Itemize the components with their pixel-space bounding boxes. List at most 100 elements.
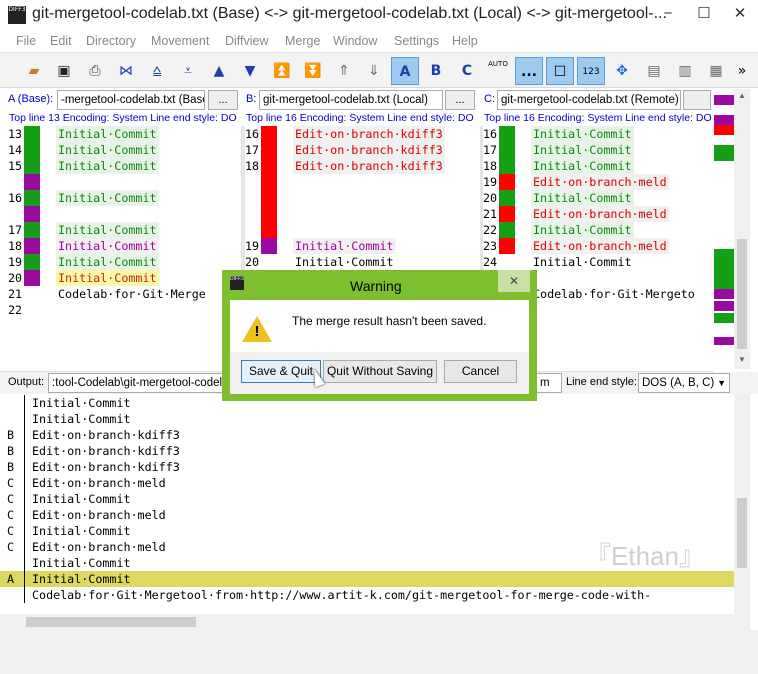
file-c-browse-button[interactable] (683, 90, 711, 110)
menu-movement[interactable]: Movement (151, 34, 209, 48)
toolbar-overflow-button[interactable]: » (728, 57, 756, 85)
goto-last-delta-icon[interactable]: ⩡ (174, 57, 202, 85)
diff-line[interactable] (8, 206, 241, 222)
menu-directory[interactable]: Directory (86, 34, 136, 48)
scroll-down-icon[interactable]: ▼ (738, 355, 746, 364)
diff-line[interactable] (245, 174, 480, 190)
cancel-button[interactable]: Cancel (444, 360, 517, 383)
file-c-path-field[interactable]: git-mergetool-codelab.txt (Remote) (497, 90, 681, 110)
merge-output-pane[interactable]: Initial·Commit Initial·Commit B Edit·on·bra… (0, 394, 734, 614)
menu-help[interactable]: Help (452, 34, 478, 48)
scroll-thumb[interactable] (26, 617, 196, 627)
print-icon[interactable]: ⎙ (81, 57, 109, 85)
diff-line[interactable] (245, 190, 480, 206)
output-line[interactable]: B Edit·on·branch·kdiff3 (0, 443, 734, 459)
diff-line[interactable]: 20 Initial·Commit (8, 270, 241, 286)
output-line[interactable]: C Initial·Commit (0, 491, 734, 507)
close-window-button[interactable]: ✕ (722, 0, 758, 28)
diff-vertical-scrollbar[interactable]: ▲ ▼ (734, 89, 750, 369)
output-line[interactable]: B Edit·on·branch·kdiff3 (0, 459, 734, 475)
select-c-button[interactable]: C (453, 57, 481, 85)
output-line[interactable]: C Edit·on·branch·meld (0, 475, 734, 491)
menu-file[interactable]: File (16, 34, 36, 48)
goto-next-delta-icon[interactable]: ▼ (236, 57, 264, 85)
diff-line[interactable]: 20 Initial·Commit (245, 254, 480, 270)
goto-first-delta-icon[interactable]: ⩠ (143, 57, 171, 85)
diff-line[interactable]: 19 Initial·Commit (245, 238, 480, 254)
output-line[interactable]: Initial·Commit (0, 411, 734, 427)
diff-line[interactable]: 15 Initial·Commit (8, 158, 241, 174)
diff-line[interactable] (245, 206, 480, 222)
diff-line[interactable]: 18 Edit·on·branch·kdiff3 (245, 158, 480, 174)
goto-prev-unsolved-icon[interactable]: ⇑ (330, 57, 358, 85)
diff-line[interactable]: 21 Edit·on·branch·meld (483, 206, 714, 222)
scroll-thumb[interactable] (737, 239, 747, 349)
diff-line[interactable]: 22 Initial·Commit (483, 222, 714, 238)
diff-line[interactable]: 21 Codelab·for·Git·Merge (8, 286, 241, 302)
file-b-browse-button[interactable]: ... (445, 90, 475, 110)
auto-solve-button[interactable]: AUTO (484, 57, 512, 85)
menu-merge[interactable]: Merge (285, 34, 320, 48)
output-encoding-select[interactable]: m (536, 373, 562, 393)
file-a-browse-button[interactable]: ... (208, 90, 238, 110)
diff-line[interactable]: 24 Initial·Commit (483, 254, 714, 270)
pane-split-icon[interactable]: ✥ (608, 57, 636, 85)
file-c-header: C: git-mergetool-codelab.txt (Remote) (483, 89, 714, 112)
split-horizontal-icon[interactable]: ▥ (671, 57, 699, 85)
diff-line[interactable]: 20 Initial·Commit (483, 190, 714, 206)
diff-line[interactable]: 17 Initial·Commit (8, 222, 241, 238)
show-line-numbers-button[interactable]: 123 (577, 57, 605, 85)
diff-line[interactable]: 18 Initial·Commit (483, 158, 714, 174)
output-line[interactable]: A Initial·Commit (0, 571, 734, 587)
diff-line[interactable]: 17 Edit·on·branch·kdiff3 (245, 142, 480, 158)
menu-edit[interactable]: Edit (50, 34, 72, 48)
split-vertical-icon[interactable]: ▦ (702, 57, 730, 85)
overview-mode-icon[interactable]: ▤ (640, 57, 668, 85)
save-icon[interactable]: ▣ (50, 57, 78, 85)
goto-next-conflict-icon[interactable]: ⏬ (299, 57, 327, 85)
diff-line[interactable]: 14 Initial·Commit (8, 142, 241, 158)
line-end-style-select[interactable]: DOS (A, B, C) ▼ (638, 373, 730, 393)
diff-line[interactable]: 18 Initial·Commit (8, 238, 241, 254)
output-horizontal-scrollbar[interactable] (0, 614, 734, 630)
diff-pane-a[interactable]: 13 Initial·Commit 14 Initial·Commit 15 Initia… (8, 126, 241, 340)
quit-without-saving-button[interactable]: Quit Without Saving (323, 360, 437, 383)
diff-overview-bar[interactable] (714, 89, 734, 369)
maximize-button[interactable]: ☐ (686, 0, 722, 28)
toggle-whitespace-chars-icon[interactable]: ☐ (546, 57, 574, 85)
diff-line[interactable]: 17 Initial·Commit (483, 142, 714, 158)
diff-line[interactable]: 19 Edit·on·branch·meld (483, 174, 714, 190)
file-a-path-field[interactable]: -mergetool-codelab.txt (Base) (57, 90, 205, 110)
diff-line[interactable]: 13 Initial·Commit (8, 126, 241, 142)
goto-prev-delta-icon[interactable]: ▲ (205, 57, 233, 85)
diff-line[interactable]: 16 Initial·Commit (483, 126, 714, 142)
menu-settings[interactable]: Settings (394, 34, 439, 48)
open-folder-icon[interactable]: ▰ (20, 57, 48, 85)
output-line[interactable]: C Edit·on·branch·meld (0, 507, 734, 523)
overview-mark (714, 115, 734, 125)
output-vertical-scrollbar[interactable]: ▼ (734, 394, 750, 664)
diff-line[interactable]: 19 Initial·Commit (8, 254, 241, 270)
menu-window[interactable]: Window (333, 34, 377, 48)
select-b-button[interactable]: B (422, 57, 450, 85)
file-b-path-field[interactable]: git-mergetool-codelab.txt (Local) (259, 90, 443, 110)
diff-line[interactable]: 16 Initial·Commit (8, 190, 241, 206)
output-line[interactable]: B Edit·on·branch·kdiff3 (0, 427, 734, 443)
scroll-thumb[interactable] (737, 498, 747, 568)
diff-line[interactable] (8, 174, 241, 190)
diff-line[interactable]: 23 Edit·on·branch·meld (483, 238, 714, 254)
goto-current-delta-icon[interactable]: ⋈ (112, 57, 140, 85)
show-whitespace-button[interactable]: ... (515, 57, 543, 85)
scroll-up-icon[interactable]: ▲ (738, 91, 746, 100)
menu-diffview[interactable]: Diffview (225, 34, 269, 48)
goto-prev-conflict-icon[interactable]: ⏫ (268, 57, 296, 85)
diff-line[interactable]: 22 (8, 302, 241, 318)
diff-line[interactable] (245, 222, 480, 238)
dialog-close-button[interactable]: ✕ (498, 270, 530, 292)
select-a-button[interactable]: A (391, 57, 419, 85)
goto-next-unsolved-icon[interactable]: ⇓ (360, 57, 388, 85)
output-path-field[interactable]: :tool-Codelab\git-mergetool-codelab (48, 373, 226, 393)
diff-line[interactable]: 16 Edit·on·branch·kdiff3 (245, 126, 480, 142)
minimize-button[interactable]: − (650, 0, 686, 28)
output-line[interactable]: Codelab·for·Git·Mergetool·from·http://ww… (0, 587, 734, 603)
